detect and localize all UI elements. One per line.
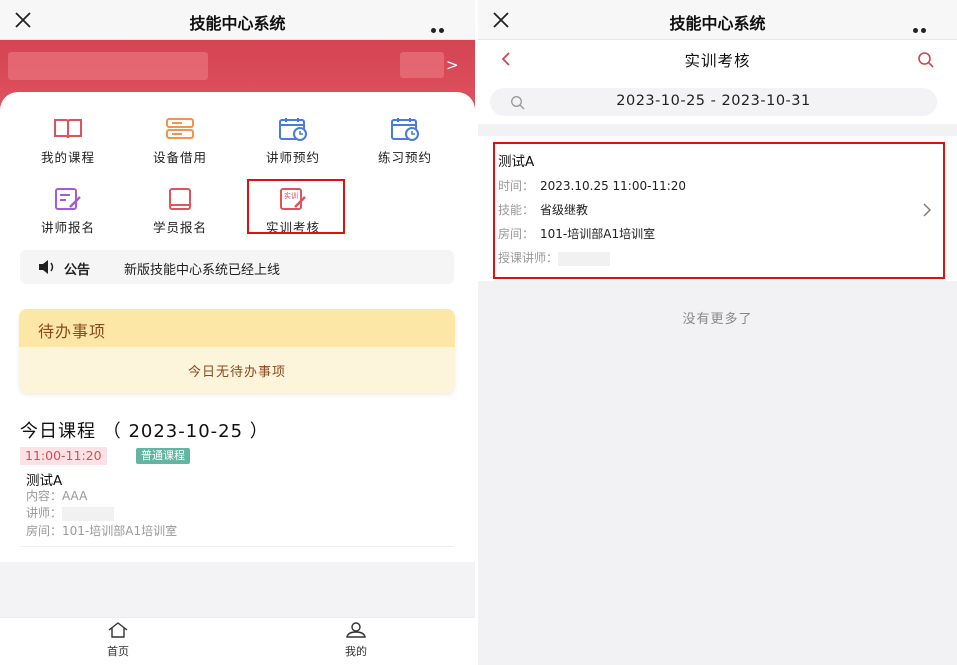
chevron-right-icon[interactable]: > — [446, 56, 459, 74]
title-bar: 技能中心系统 — [478, 0, 957, 52]
window-title: 技能中心系统 — [189, 14, 286, 33]
window-title: 技能中心系统 — [669, 14, 766, 33]
notice-label: 公告 — [64, 263, 91, 278]
book-icon — [54, 119, 82, 139]
no-more-text: 没有更多了 — [682, 312, 753, 327]
more-icon[interactable] — [431, 18, 453, 52]
today-courses-title: 今日课程 （ 2023-10-25 ） — [20, 421, 269, 442]
home-screen: 技能中心系统 > 我的课程 设备借用 讲师预约 练习预约 讲师报名 学员报名 实… — [0, 0, 475, 665]
divider — [20, 546, 454, 547]
book-closed-icon — [169, 188, 191, 210]
title-bar: 技能中心系统 — [0, 0, 475, 52]
tab-mine[interactable]: 我的 — [326, 622, 386, 659]
calendar-clock-icon — [391, 118, 419, 141]
todo-title: 待办事项 — [19, 309, 455, 347]
course-content: 内容：AAA — [26, 489, 88, 503]
grid-item-teacher-signup[interactable]: 讲师报名 — [13, 187, 123, 236]
course-room: 房间：101-培训部A1培训室 — [26, 524, 178, 538]
calendar-clock-icon — [279, 118, 307, 141]
date-range-input[interactable]: 2023-10-25 - 2023-10-31 — [490, 88, 937, 116]
home-card: 我的课程 设备借用 讲师预约 练习预约 讲师报名 学员报名 实训 实训考核 公告… — [0, 92, 475, 562]
tab-home[interactable]: 首页 — [88, 622, 148, 659]
more-icon[interactable] — [913, 18, 935, 52]
date-filter: 2023-10-25 - 2023-10-31 — [478, 80, 957, 124]
todo-panel: 待办事项 今日无待办事项 — [19, 309, 455, 393]
banner-blurred-badge — [400, 52, 444, 78]
grid-item-student-signup[interactable]: 学员报名 — [125, 187, 235, 236]
banner-blurred-text — [8, 52, 208, 80]
user-icon — [346, 622, 366, 638]
grid-item-my-courses[interactable]: 我的课程 — [13, 117, 123, 166]
date-range-text: 2023-10-25 - 2023-10-31 — [616, 93, 811, 109]
page-header: 实训考核 — [478, 40, 957, 80]
grid-item-equipment-borrow[interactable]: 设备借用 — [125, 117, 235, 166]
todo-empty-text: 今日无待办事项 — [187, 365, 286, 380]
bottom-tab-bar: 首页 我的 — [0, 617, 475, 665]
course-type-badge: 普通课程 — [136, 448, 190, 464]
page-title: 实训考核 — [684, 52, 751, 70]
device-list-icon — [166, 118, 194, 139]
grid-item-practice-booking[interactable]: 练习预约 — [350, 117, 460, 166]
notice-bar[interactable]: 公告 新版技能中心系统已经上线 — [20, 250, 454, 284]
course-teacher: 讲师： — [26, 504, 115, 521]
course-time-badge: 11:00-11:20 — [20, 447, 107, 465]
notice-text: 新版技能中心系统已经上线 — [124, 263, 281, 278]
highlight-box-record — [493, 142, 945, 279]
teacher-redacted — [62, 506, 115, 521]
speaker-icon — [39, 260, 54, 274]
training-assessment-screen: 技能中心系统 实训考核 2023-10-25 - 2023-10-31 测试A … — [478, 0, 957, 665]
course-name[interactable]: 测试A — [26, 469, 62, 489]
grid-item-teacher-booking[interactable]: 讲师预约 — [238, 117, 348, 166]
highlight-box-training-assessment — [247, 179, 345, 234]
search-icon[interactable] — [917, 51, 935, 69]
home-icon — [108, 622, 128, 638]
edit-form-icon — [55, 188, 81, 210]
